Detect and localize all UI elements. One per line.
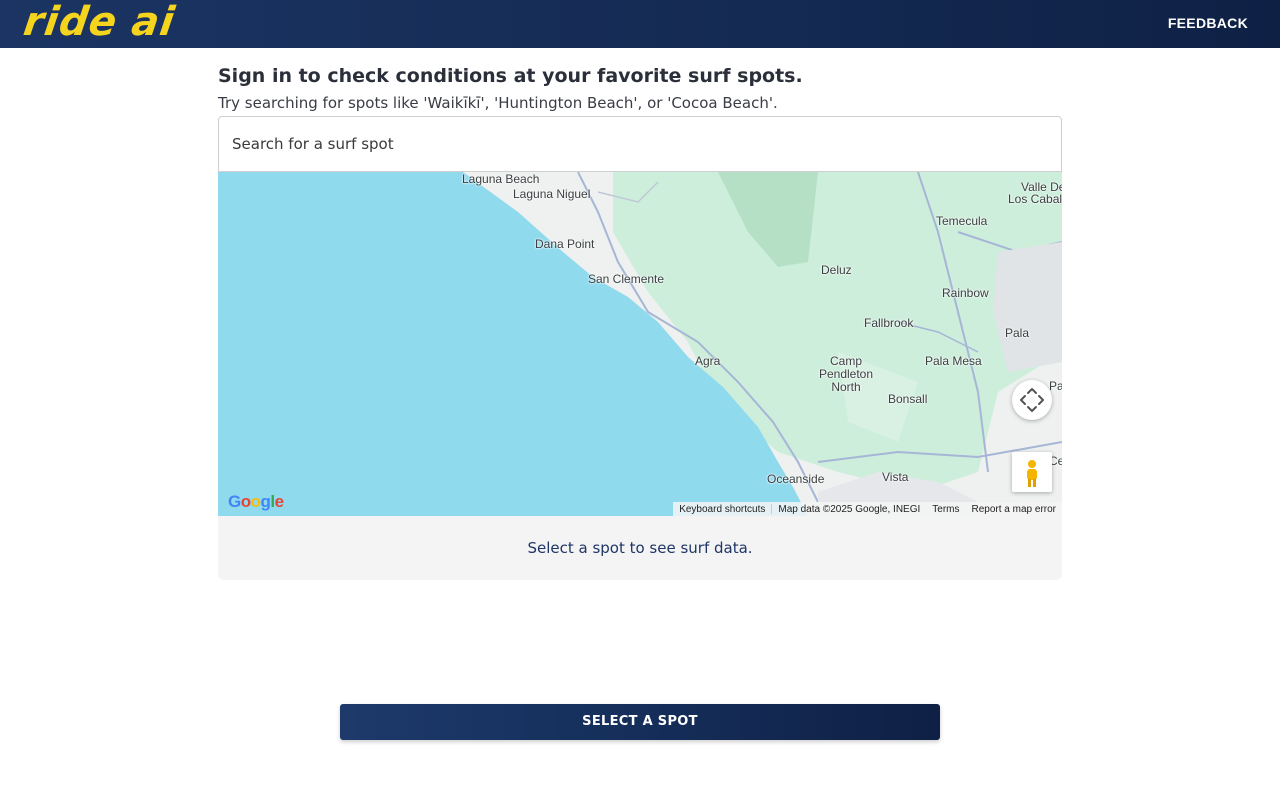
map-label-pala-mesa: Pala Mesa bbox=[925, 354, 982, 368]
status-message: Select a spot to see surf data. bbox=[218, 516, 1062, 580]
terms-link[interactable]: Terms bbox=[926, 504, 965, 515]
page-subtitle: Try searching for spots like 'Waikīkī', … bbox=[218, 94, 778, 112]
google-logo: Google bbox=[228, 492, 284, 511]
map-label-oceanside: Oceanside bbox=[767, 472, 825, 486]
feedback-link[interactable]: FEEDBACK bbox=[1168, 15, 1248, 31]
map-label-fallbrook: Fallbrook bbox=[864, 316, 914, 330]
map-label-laguna-beach: Laguna Beach bbox=[462, 172, 540, 186]
map-label-vista: Vista bbox=[882, 470, 909, 484]
map[interactable]: Laguna Beach Laguna Niguel Dana Point Sa… bbox=[218, 172, 1062, 516]
main-content: Sign in to check conditions at your favo… bbox=[218, 64, 1062, 580]
map-label-pala: Pala bbox=[1005, 326, 1030, 340]
map-label-deluz: Deluz bbox=[821, 263, 852, 277]
app-header: ride ai FEEDBACK bbox=[0, 0, 1280, 48]
map-label-camp-pendleton-north: Camp Pendleton North bbox=[818, 354, 874, 394]
select-spot-button[interactable]: SELECT A SPOT bbox=[340, 704, 940, 740]
map-label-san-clemente: San Clemente bbox=[588, 272, 665, 286]
map-data-text: Map data ©2025 Google, INEGI bbox=[778, 503, 921, 515]
map-label-bonsall: Bonsall bbox=[888, 392, 928, 406]
keyboard-shortcuts-link[interactable]: Keyboard shortcuts bbox=[673, 504, 771, 515]
street-view-button[interactable] bbox=[1012, 452, 1052, 492]
map-label-temecula: Temecula bbox=[936, 214, 988, 228]
map-label-los-cabal: Los Cabal bbox=[1008, 192, 1062, 206]
map-attribution: Keyboard shortcuts Map data ©2025 Google… bbox=[673, 502, 1062, 516]
search-input[interactable]: Search for a surf spot bbox=[218, 116, 1062, 172]
map-label-rainbow: Rainbow bbox=[942, 286, 989, 300]
page-title: Sign in to check conditions at your favo… bbox=[218, 65, 803, 87]
map-label-agra: Agra bbox=[695, 354, 721, 368]
map-label-laguna-niguel: Laguna Niguel bbox=[513, 187, 591, 201]
pegman-icon bbox=[1027, 460, 1037, 487]
pan-arrows-icon bbox=[1020, 388, 1044, 412]
logo[interactable]: ride ai bbox=[21, 0, 178, 45]
map-label-dana-point: Dana Point bbox=[535, 237, 595, 251]
map-camera-control[interactable] bbox=[1012, 380, 1052, 420]
report-map-error-link[interactable]: Report a map error bbox=[966, 504, 1062, 515]
